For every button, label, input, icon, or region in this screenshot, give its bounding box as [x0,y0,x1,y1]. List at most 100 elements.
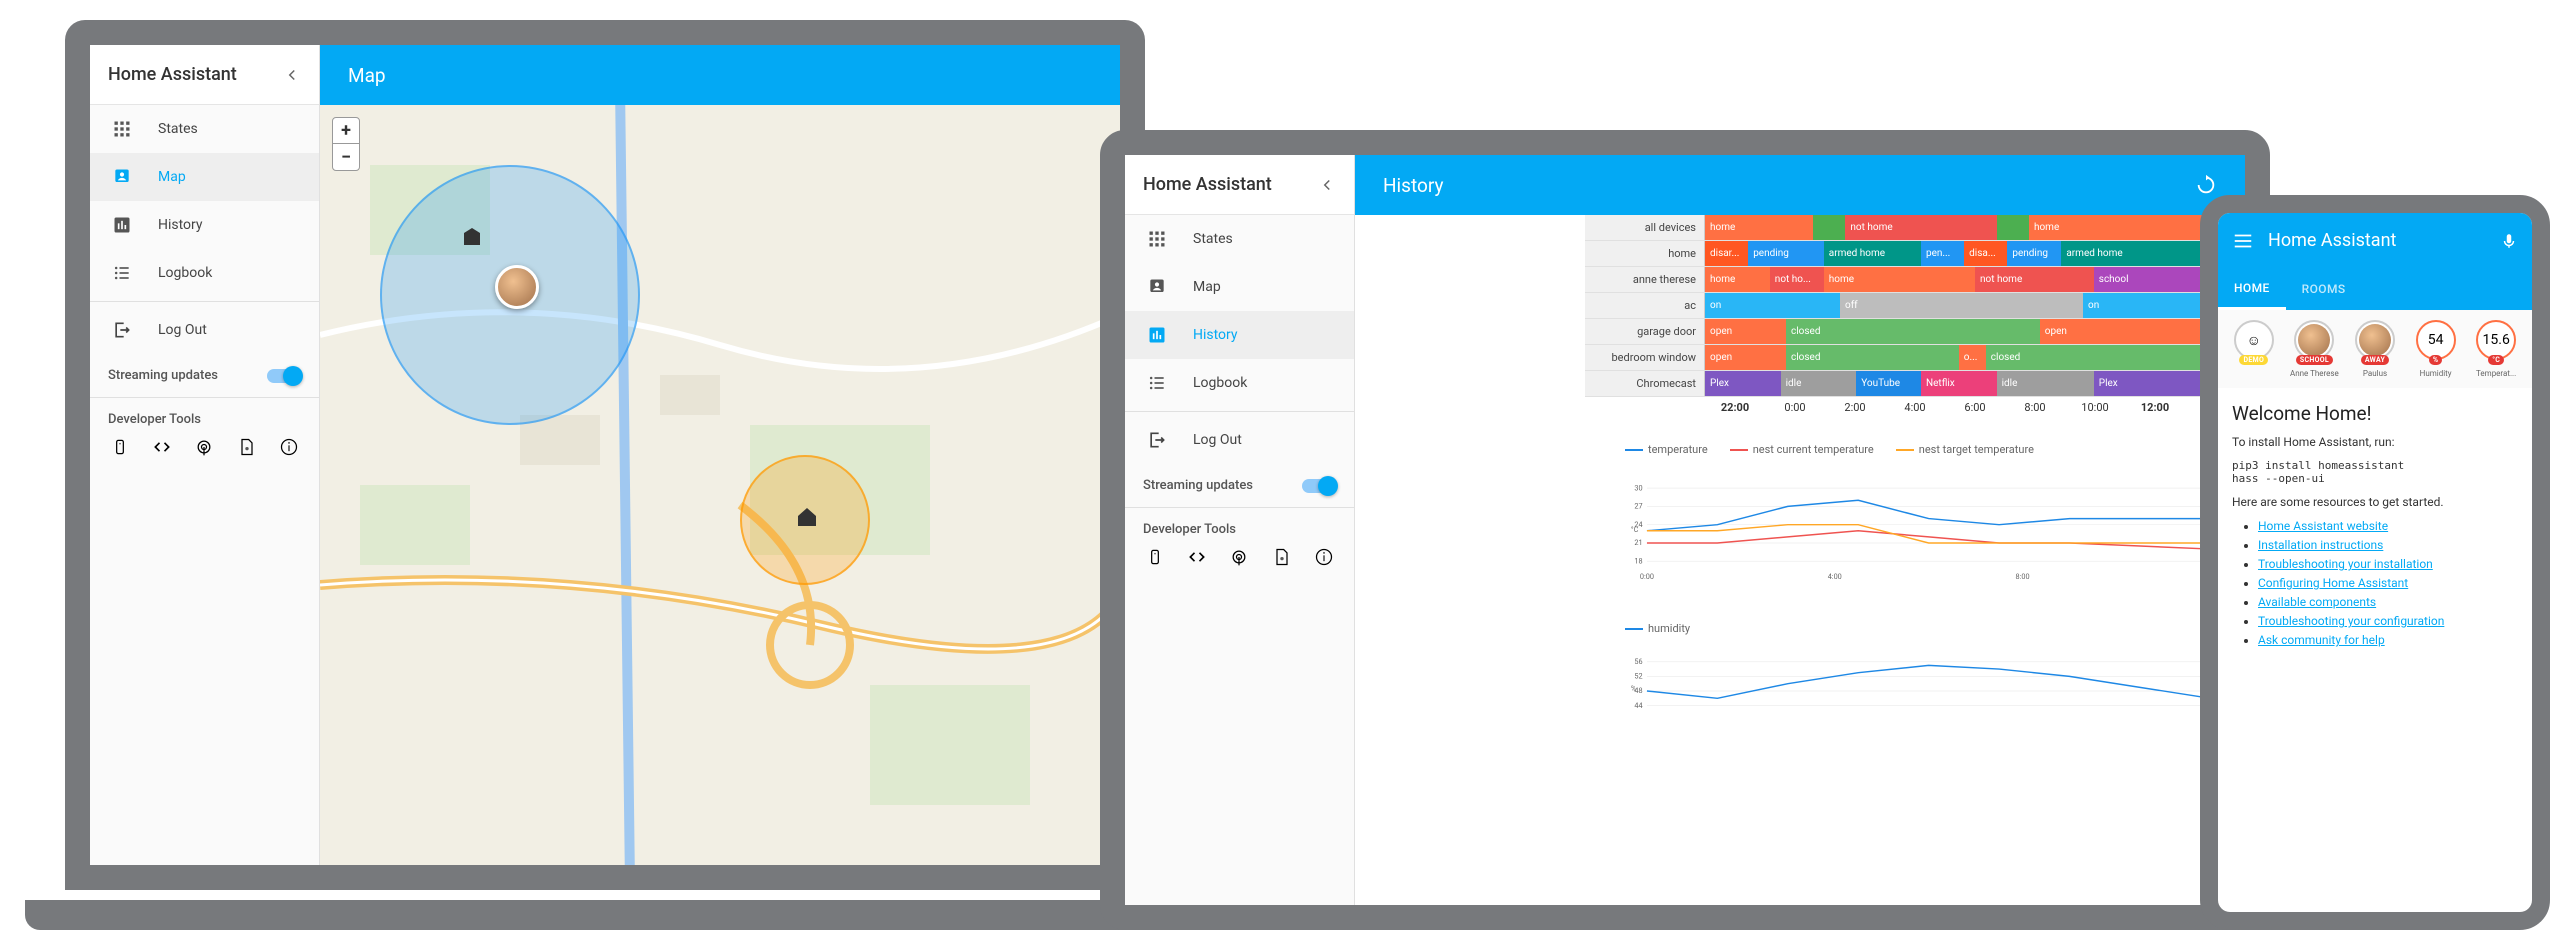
history-row-label: bedroom window [1585,345,1705,370]
sidebar-item-states[interactable]: States [90,105,319,153]
chevron-left-icon[interactable] [283,66,301,84]
person-pin-icon [110,165,134,189]
history-segment[interactable]: open [1705,345,1786,370]
history-segment[interactable]: home [1824,267,1975,292]
resource-link[interactable]: Installation instructions [2258,538,2383,552]
devtool-info-icon[interactable] [279,437,299,459]
sidebar-item-logbook[interactable]: Logbook [1125,359,1354,407]
menu-icon[interactable] [2232,230,2254,252]
time-tick: 8:00 [2005,397,2065,423]
history-segment[interactable] [1997,215,2029,240]
legend-entry: nest current temperature [1730,443,1874,456]
zoom-in-button[interactable]: + [333,118,359,144]
tablet-device: Home Assistant StatesMapHistoryLogbookLo… [1100,130,2270,930]
history-segment[interactable]: disar... [1705,241,1748,266]
history-row: garage dooropenclosedopen [1585,319,2245,345]
status-badge[interactable]: SCHOOLAnne Therese [2288,320,2342,378]
page-title: History [1383,174,1443,197]
resource-link[interactable]: Available components [2258,595,2376,609]
sidebar-item-map[interactable]: Map [1125,263,1354,311]
history-segment[interactable]: pen... [1921,241,1964,266]
zoom-out-button[interactable]: − [333,144,359,170]
sidebar-item-label: States [1193,231,1233,247]
history-segment[interactable]: idle [1997,371,2094,396]
devtool-info-icon[interactable] [1314,547,1334,569]
list-icon [1145,371,1169,395]
map[interactable]: + − [320,105,1120,865]
devtool-ant-icon[interactable] [194,437,214,459]
svg-text:°C: °C [1631,525,1639,534]
history-segment[interactable]: not home [1845,215,1996,240]
legend-entry: humidity [1625,622,1690,635]
history-segment[interactable]: home [1705,215,1813,240]
history-body: all deviceshomenot homehomehomedisar...p… [1585,215,2245,905]
devtool-code-icon[interactable] [152,437,172,459]
history-segment[interactable] [1813,215,1845,240]
devtool-remote-icon[interactable] [1145,547,1165,569]
devtool-ant-icon[interactable] [1229,547,1249,569]
svg-text:18: 18 [1634,556,1642,565]
sidebar-item-log-out[interactable]: Log Out [90,306,319,354]
sidebar-item-states[interactable]: States [1125,215,1354,263]
history-segment[interactable]: open [1705,319,1786,344]
topbar: History [1355,155,2245,215]
resource-link[interactable]: Troubleshooting your installation [2258,557,2433,571]
devtool-file-icon[interactable] [1272,547,1292,569]
history-segment[interactable]: armed home [1824,241,1921,266]
app-title: Home Assistant [2268,230,2396,251]
history-segment[interactable]: not ho... [1770,267,1824,292]
sidebar-item-map[interactable]: Map [90,153,319,201]
mic-icon[interactable] [2500,230,2518,252]
phone-topbar: Home Assistant [2218,213,2532,268]
sidebar-item-label: Logbook [158,265,212,281]
status-badge[interactable]: 15.6°CTemperat... [2469,320,2523,378]
history-segment[interactable]: idle [1781,371,1857,396]
refresh-icon[interactable] [2195,174,2217,196]
history-segment[interactable]: Plex [1705,371,1781,396]
tab-rooms[interactable]: ROOMS [2286,268,2362,310]
resources-intro: Here are some resources to get started. [2232,495,2518,509]
resource-link[interactable]: Home Assistant website [2258,519,2388,533]
sidebar-item-logbook[interactable]: Logbook [90,249,319,297]
streaming-toggle[interactable] [267,369,301,383]
history-segment[interactable]: closed [1786,319,2040,344]
sidebar-item-history[interactable]: History [1125,311,1354,359]
resource-link[interactable]: Troubleshooting your configuration [2258,614,2444,628]
home-icon [795,505,1120,865]
history-segment[interactable]: pending [2007,241,2061,266]
status-badge[interactable]: AWAYPaulus [2348,320,2402,378]
streaming-toggle[interactable] [1302,479,1336,493]
resource-link[interactable]: Configuring Home Assistant [2258,576,2408,590]
history-segment[interactable]: home [1705,267,1770,292]
exit-icon [1145,428,1169,452]
history-segment[interactable]: on [1705,293,1840,318]
sidebar-item-log-out[interactable]: Log Out [1125,416,1354,464]
history-segment[interactable]: Netflix [1921,371,1997,396]
tab-home[interactable]: HOME [2218,268,2286,310]
history-segment[interactable]: closed [1786,345,1959,370]
status-badge[interactable]: ☺DEMO [2227,320,2281,378]
history-segment[interactable]: pending [1748,241,1824,266]
history-segment[interactable]: not home [1975,267,2094,292]
svg-text:27: 27 [1634,502,1642,511]
history-segment[interactable]: o... [1959,345,1986,370]
chevron-left-icon[interactable] [1318,176,1336,194]
history-row-label: all devices [1585,215,1705,240]
history-segment[interactable]: disa... [1964,241,2007,266]
status-badge[interactable]: 54%Humidity [2409,320,2463,378]
history-row: bedroom windowopenclosedo...closed [1585,345,2245,371]
time-tick: 0:00 [1765,397,1825,423]
streaming-toggle-row: Streaming updates [90,354,319,398]
devtool-code-icon[interactable] [1187,547,1207,569]
laptop-device: Home Assistant StatesMapHistoryLogbookLo… [25,20,1185,930]
page-title: Map [348,64,386,87]
devtool-file-icon[interactable] [237,437,257,459]
sidebar-item-label: History [1193,327,1238,343]
dev-tools-label: Developer Tools [1125,508,1354,543]
resource-link[interactable]: Ask community for help [2258,633,2385,647]
sidebar-item-history[interactable]: History [90,201,319,249]
history-segment[interactable]: off [1840,293,2083,318]
svg-text:30: 30 [1634,483,1642,492]
history-segment[interactable]: YouTube [1856,371,1921,396]
devtool-remote-icon[interactable] [110,437,130,459]
